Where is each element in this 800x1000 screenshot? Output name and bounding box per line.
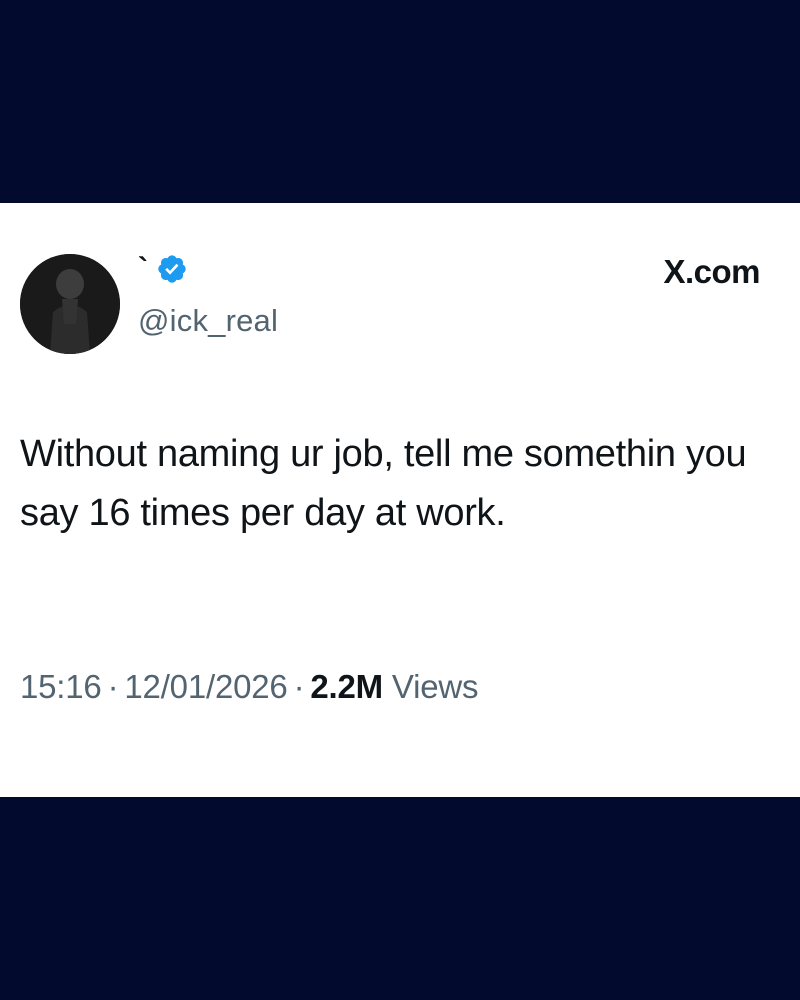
- meta-separator: ·: [293, 668, 305, 705]
- verified-badge-icon: [158, 255, 186, 283]
- tweet-date[interactable]: 12/01/2026: [124, 668, 287, 705]
- display-name-row: `: [138, 251, 188, 287]
- screenshot-frame: ` @ick_real X.com Without naming ur job,…: [0, 0, 800, 1000]
- source-label: X.com: [663, 253, 760, 290]
- tweet-card: ` @ick_real X.com Without naming ur job,…: [0, 203, 800, 797]
- views-count[interactable]: 2.2M: [310, 668, 383, 705]
- user-handle[interactable]: @ick_real: [138, 303, 278, 339]
- display-name[interactable]: `: [138, 252, 148, 286]
- tweet-text: Without naming ur job, tell me somethin …: [20, 433, 747, 534]
- avatar-image: [20, 254, 120, 354]
- views-label: Views: [391, 668, 479, 705]
- avatar[interactable]: [20, 254, 120, 354]
- tweet-meta: 15:16 · 12/01/2026 · 2.2M Views: [20, 668, 479, 706]
- meta-separator: ·: [107, 668, 119, 705]
- tweet-time[interactable]: 15:16: [20, 668, 102, 705]
